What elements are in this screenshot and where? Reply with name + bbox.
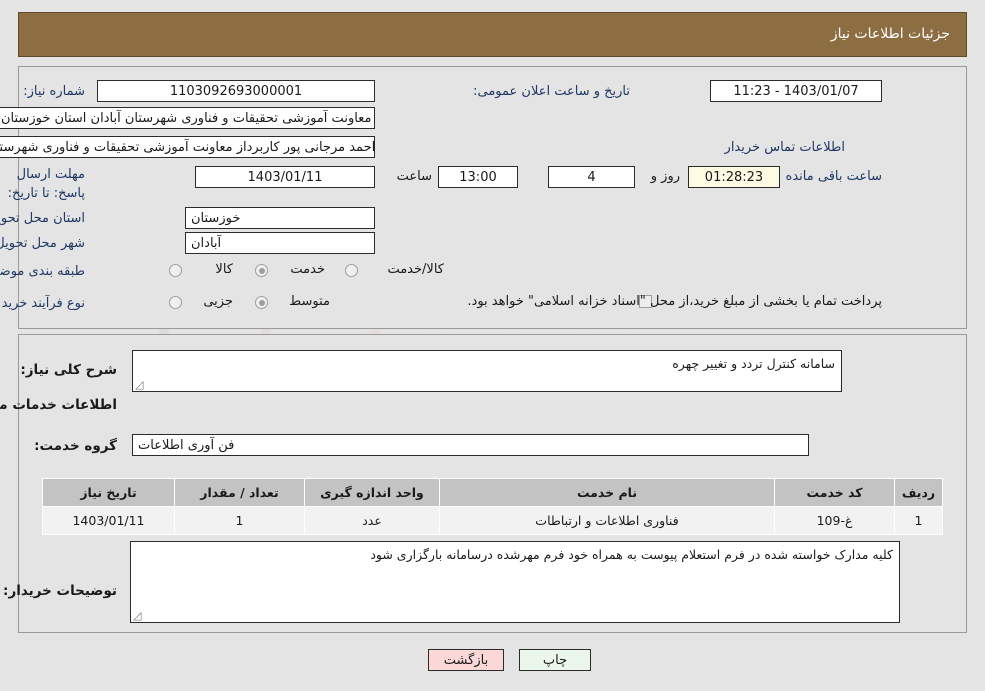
deadline-label: مهلت ارسال پاسخ: تا تاریخ:: [7, 167, 85, 201]
buyer-notes-textarea[interactable]: کلیه مدارک خواسته شده در فرم استعلام پیو…: [130, 541, 900, 623]
page-title: جزئیات اطلاعات نیاز: [830, 26, 950, 42]
need-summary-textarea[interactable]: سامانه کنترل تردد و تغییر چهره ◺: [132, 350, 842, 392]
city-label: شهر محل تحویل:: [0, 236, 85, 251]
cell-row: 1: [894, 506, 943, 535]
buyer-notes-label: توضیحات خریدار:: [3, 583, 117, 599]
need-number-value[interactable]: 1103092693000001: [97, 80, 375, 102]
service-group-value[interactable]: فن آوری اطلاعات: [132, 434, 809, 456]
th-unit: واحد اندازه گیری: [304, 478, 440, 507]
creator-value[interactable]: احمد مرجانی پور کاربرداز معاونت آموزشی ت…: [0, 136, 375, 158]
cell-service-code: غ-109: [774, 506, 895, 535]
need-info-panel: [18, 66, 967, 329]
page-root: AriaTender AriaTender.net جزئیات اطلاعات…: [0, 0, 985, 691]
resize-grip-icon[interactable]: ◺: [135, 378, 145, 391]
print-button[interactable]: چاپ: [519, 649, 591, 671]
remaining-clock-value[interactable]: 01:28:23: [688, 166, 780, 188]
remaining-suffix-label: ساعت باقی مانده: [785, 169, 882, 184]
radio-category-khedmat[interactable]: [255, 264, 268, 277]
radio-process-motevaset-label: متوسط: [289, 294, 330, 309]
th-need-date: تاریخ نیاز: [42, 478, 175, 507]
radio-process-jozi-label: جزیی: [203, 294, 233, 309]
cell-service-name: فناوری اطلاعات و ارتباطات: [439, 506, 775, 535]
remaining-days-value[interactable]: 4: [548, 166, 635, 188]
city-value[interactable]: آبادان: [185, 232, 375, 254]
radio-category-kala-label: کالا: [215, 262, 233, 277]
back-button[interactable]: بازگشت: [428, 649, 504, 671]
table-row: 1 غ-109 فناوری اطلاعات و ارتباطات عدد 1 …: [42, 506, 943, 535]
deadline-date-value[interactable]: 1403/01/11: [195, 166, 375, 188]
buyer-notes-value: کلیه مدارک خواسته شده در فرم استعلام پیو…: [370, 547, 893, 562]
cell-need-date: 1403/01/11: [42, 506, 175, 535]
province-label: استان محل تحویل:: [0, 211, 85, 226]
deadline-time-value[interactable]: 13:00: [438, 166, 518, 188]
th-quantity: تعداد / مقدار: [174, 478, 305, 507]
category-label: طبقه بندی موضوعی:: [0, 264, 85, 279]
hour-label: ساعت: [396, 169, 432, 184]
cell-unit: عدد: [304, 506, 440, 535]
process-label: نوع فرآیند خرید :: [0, 296, 85, 311]
days-and-label: روز و: [650, 169, 680, 184]
radio-category-kala[interactable]: [169, 264, 182, 277]
buyer-contact-link[interactable]: اطلاعات تماس خریدار: [725, 140, 845, 155]
window-title-bar: جزئیات اطلاعات نیاز: [18, 12, 967, 57]
resize-grip-icon-notes[interactable]: ◺: [133, 609, 143, 622]
public-announce-label: تاریخ و ساعت اعلان عمومی:: [473, 84, 630, 99]
need-summary-value: سامانه کنترل تردد و تغییر چهره: [672, 356, 835, 371]
services-table: ردیف کد خدمت نام خدمت واحد اندازه گیری ت…: [42, 478, 943, 535]
radio-category-kala-khedmat-label: کالا/خدمت: [387, 262, 444, 277]
need-summary-label: شرح کلی نیاز:: [20, 362, 117, 378]
radio-category-kala-khedmat[interactable]: [345, 264, 358, 277]
radio-process-motevaset[interactable]: [255, 296, 268, 309]
services-table-wrapper: ردیف کد خدمت نام خدمت واحد اندازه گیری ت…: [42, 478, 943, 535]
province-value[interactable]: خوزستان: [185, 207, 375, 229]
th-service-name: نام خدمت: [439, 478, 775, 507]
radio-process-jozi[interactable]: [169, 296, 182, 309]
service-group-label: گروه خدمت:: [34, 438, 117, 454]
treasury-bonds-label: پرداخت تمام یا بخشی از مبلغ خرید،از محل …: [467, 294, 882, 309]
need-number-label: شماره نیاز:: [23, 84, 85, 99]
table-header-row: ردیف کد خدمت نام خدمت واحد اندازه گیری ت…: [42, 478, 943, 507]
buyer-org-value[interactable]: معاونت آموزشی تحقیقات و فناوری شهرستان آ…: [0, 107, 375, 129]
radio-category-khedmat-label: خدمت: [290, 262, 325, 277]
services-section-heading: اطلاعات خدمات مورد نیاز: [0, 397, 117, 413]
cell-quantity: 1: [174, 506, 305, 535]
th-service-code: کد خدمت: [774, 478, 895, 507]
public-announce-value[interactable]: 11:23 - 1403/01/07: [710, 80, 882, 102]
th-row: ردیف: [894, 478, 943, 507]
